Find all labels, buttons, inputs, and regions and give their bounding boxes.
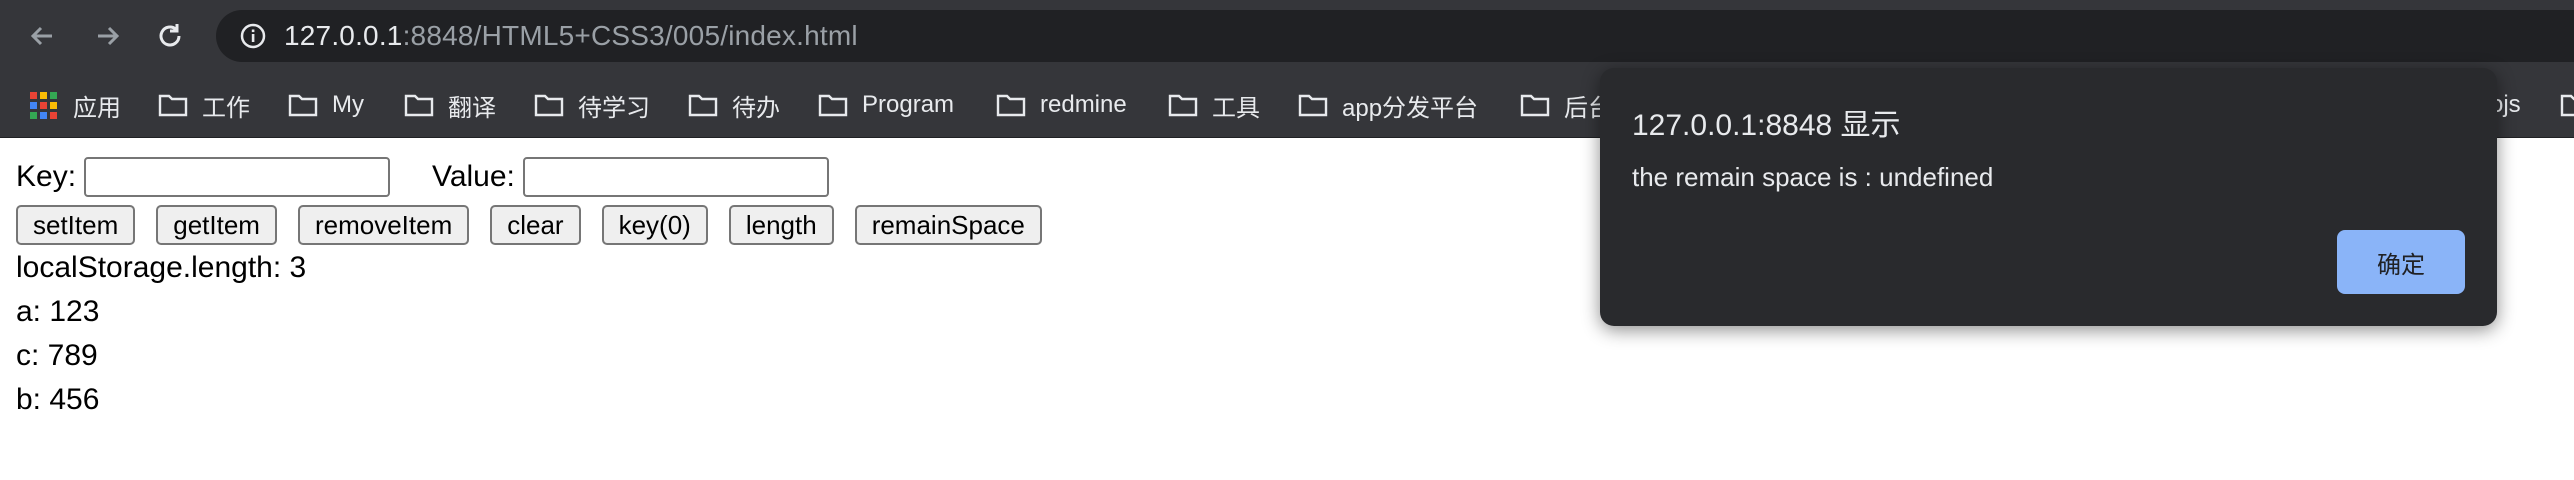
bookmark-folder[interactable]: 后台 [1520,72,1612,138]
bookmark-folder[interactable]: 待学习 [534,72,650,138]
bookmark-folder[interactable]: 待办 [688,72,780,138]
key-input[interactable] [84,157,391,197]
dialog-title: 127.0.0.1:8848 显示 [1632,109,1901,142]
forward-button[interactable] [88,16,128,56]
address-bar[interactable]: 127.0.0.1:8848/HTML5+CSS3/005/index.html [216,10,2574,62]
bookmark-folder[interactable]: 翻译 [404,72,496,138]
bookmark-folder[interactable] [2560,72,2574,138]
bookmark-folder[interactable]: 工作 [158,72,250,138]
bookmark-label: My [332,91,364,118]
bookmark-label: 待学习 [578,94,650,122]
folder-icon [996,94,1026,117]
removeitem-button[interactable]: removeItem [297,205,470,245]
folder-icon [404,94,434,117]
length-button[interactable]: length [728,205,834,245]
back-arrow-icon [30,26,52,46]
bookmark-label: 应用 [73,94,121,122]
reload-icon [159,24,181,47]
bookmark-label: redmine [1040,91,1127,118]
reload-button[interactable] [150,16,190,56]
browser-toolbar: 127.0.0.1:8848/HTML5+CSS3/005/index.html [0,0,2574,72]
bookmark-label: 工作 [202,94,250,122]
apps-grid-icon [30,91,57,119]
folder-icon [2560,94,2574,117]
setitem-button[interactable]: setItem [16,205,136,245]
folder-icon [1168,94,1198,117]
key-label: Key: [16,160,77,193]
value-label: Value: [432,160,515,193]
input-row: Key: Value: [16,157,829,197]
bookmark-folder[interactable]: My [288,72,364,138]
storage-item-line: c: 789 [16,339,98,372]
value-input[interactable] [522,157,829,197]
remainspace-button[interactable]: remainSpace [854,205,1042,245]
bookmark-label: 工具 [1212,94,1260,122]
dialog-ok-button[interactable]: 确定 [2337,230,2465,294]
dialog-message: the remain space is : undefined [1632,162,1994,192]
clear-button[interactable]: clear [490,205,581,245]
folder-icon [288,94,318,117]
folder-icon [1298,94,1328,117]
bookmark-folder[interactable]: Program [818,72,954,138]
folder-icon [534,94,564,117]
key0-button[interactable]: key(0) [601,205,708,245]
getitem-button[interactable]: getItem [156,205,277,245]
folder-icon [158,94,188,117]
alert-dialog: 127.0.0.1:8848 显示 the remain space is : … [1600,68,2497,326]
bookmark-label: app分发平台 [1342,94,1479,122]
forward-arrow-icon [98,26,120,46]
storage-item-line: b: 456 [16,383,100,416]
storage-item-line: a: 123 [16,295,100,328]
bookmark-label: Program [862,91,955,118]
back-button[interactable] [22,16,62,56]
button-row: setItem getItem removeItem clear key(0) … [16,205,1063,245]
bookmark-folder[interactable]: 工具 [1168,72,1260,138]
bookmark-label: 待办 [732,94,780,122]
bookmark-apps[interactable]: 应用 [30,72,121,138]
bookmark-label: 翻译 [448,94,496,122]
bookmark-folder[interactable]: app分发平台 [1298,72,1478,138]
storage-length-text: localStorage.length: 3 [16,251,307,284]
folder-icon [1520,94,1550,117]
url-path: :8848/HTML5+CSS3/005/index.html [402,20,858,51]
folder-icon [818,94,848,117]
bookmark-folder[interactable]: redmine [996,72,1127,138]
site-info-icon[interactable] [238,21,268,51]
url-text: 127.0.0.1:8848/HTML5+CSS3/005/index.html [284,20,858,52]
folder-icon [688,94,718,117]
url-host: 127.0.0.1 [284,20,403,51]
